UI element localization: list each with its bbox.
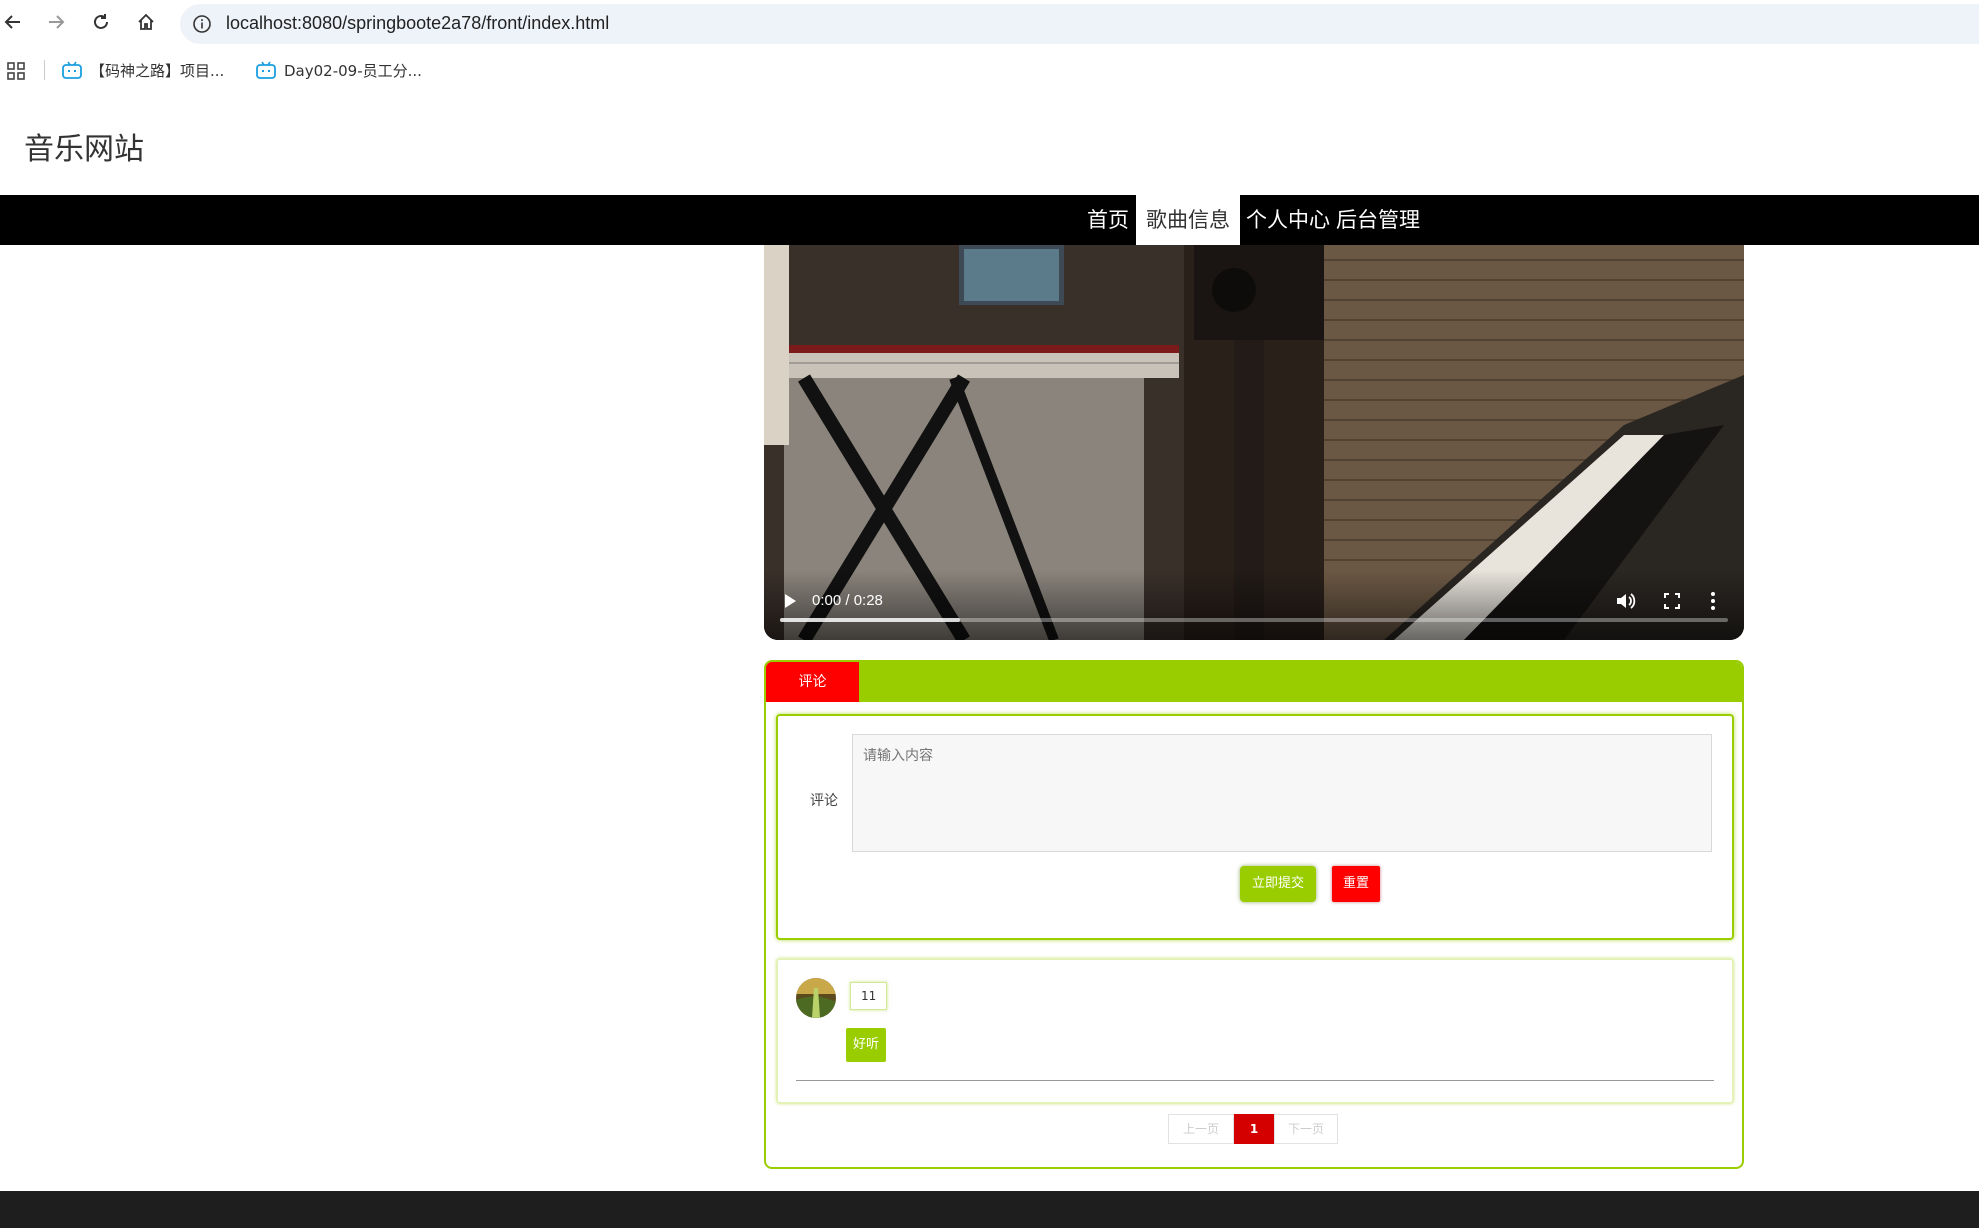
video-buffered [780,618,961,622]
main-nav: 首页 歌曲信息 个人中心 后台管理 [0,195,1979,245]
reload-icon[interactable] [88,9,114,35]
bookmark-label: 【码神之路】项目... [90,61,225,80]
bookmark-item[interactable]: 【码神之路】项目... [62,58,224,82]
bookmark-item[interactable]: Day02-09-员工分... [256,58,422,82]
bookmarks-bar: 【码神之路】项目... Day02-09-员工分... [0,54,1979,86]
page-footer [0,1191,1979,1228]
forward-icon[interactable] [43,9,69,35]
bookmarks-separator [44,60,45,80]
browser-toolbar: localhost:8080/springboote2a78/front/ind… [0,0,1979,45]
url-text[interactable]: localhost:8080/springboote2a78/front/ind… [226,13,609,34]
volume-icon[interactable] [1614,590,1636,612]
more-options-icon[interactable] [1709,590,1717,612]
nav-song-info[interactable]: 歌曲信息 [1136,195,1240,245]
panel-header: 评论 [766,662,1742,702]
tab-comments[interactable]: 评论 [766,662,859,702]
pagination: 上一页 1 下一页 [1168,1114,1338,1144]
comment-input[interactable] [852,734,1712,852]
comment-user: 11 [850,982,888,1010]
nav-admin[interactable]: 后台管理 [1326,195,1430,245]
site-info-icon[interactable] [192,14,212,34]
comment-panel: 评论 评论 立即提交 重置 11 好听 上一页 1 下一页 [764,660,1744,1169]
current-page[interactable]: 1 [1234,1114,1274,1144]
apps-grid-icon[interactable] [7,62,25,80]
comment-label: 评论 [810,793,838,809]
site-title: 音乐网站 [24,132,144,167]
bilibili-icon [256,61,276,79]
comment-list: 11 好听 [776,958,1734,1104]
reset-button[interactable]: 重置 [1332,866,1380,902]
nav-home[interactable]: 首页 [1077,195,1139,245]
video-progress-bar[interactable] [780,618,1728,622]
next-page-button[interactable]: 下一页 [1274,1114,1338,1144]
bookmark-label: Day02-09-员工分... [284,61,422,80]
play-icon[interactable] [782,592,798,610]
home-icon[interactable] [133,9,159,35]
avatar [796,978,836,1018]
address-bar[interactable]: localhost:8080/springboote2a78/front/ind… [180,4,1979,44]
fullscreen-icon[interactable] [1662,591,1682,611]
prev-page-button[interactable]: 上一页 [1168,1114,1234,1144]
bilibili-icon [62,61,82,79]
comment-form: 评论 立即提交 重置 [776,714,1734,940]
video-player[interactable]: 0:00 / 0:28 [764,245,1744,640]
comment-content: 好听 [846,1028,887,1062]
back-icon[interactable] [0,9,26,35]
comment-divider [796,1080,1714,1081]
submit-button[interactable]: 立即提交 [1240,866,1316,902]
nav-personal-center[interactable]: 个人中心 [1236,195,1340,245]
video-controls: 0:00 / 0:28 [764,570,1744,640]
video-time: 0:00 / 0:28 [812,592,883,609]
